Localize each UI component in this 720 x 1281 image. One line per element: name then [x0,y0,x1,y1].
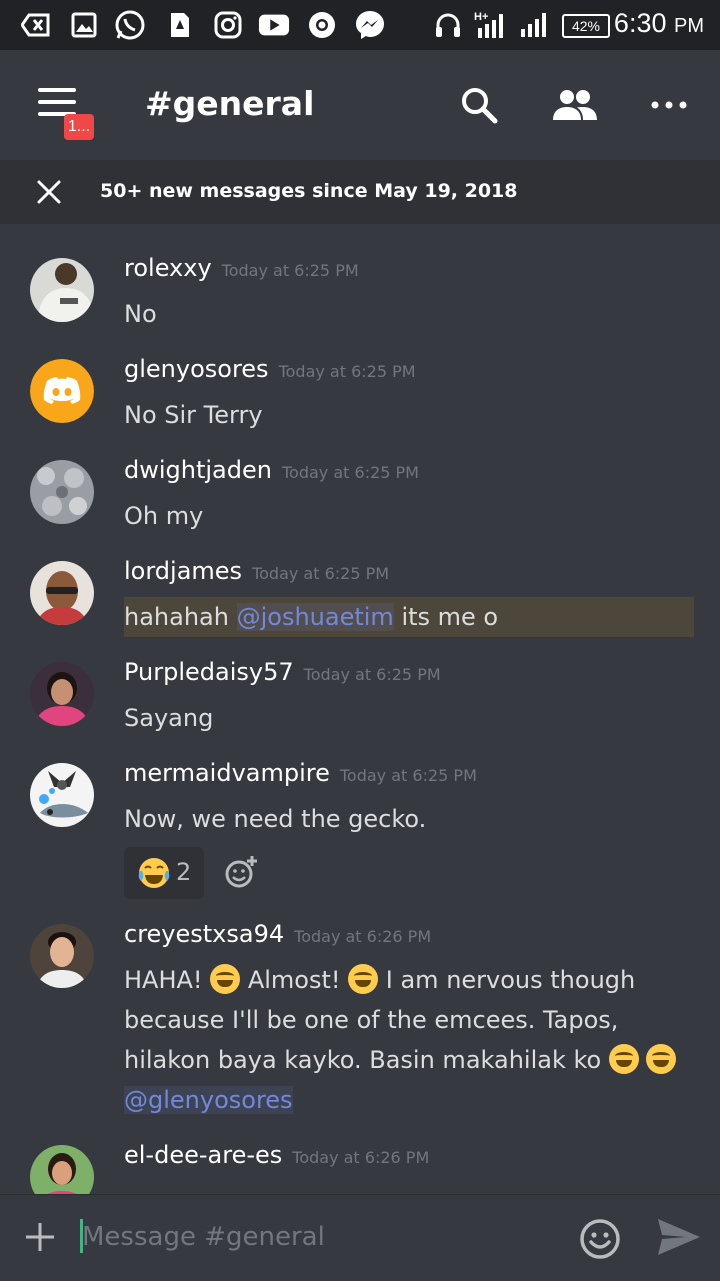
avatar[interactable] [30,763,94,827]
emoji-picker-button[interactable] [578,1217,622,1261]
avatar[interactable] [30,561,94,625]
status-bar: H+ 42% 6:30 PM [0,0,720,50]
message-username[interactable]: Purpledaisy57 Today at 6:25 PM [124,658,441,686]
username-text[interactable]: el-dee-are-es [124,1141,282,1169]
avatar[interactable] [30,924,94,988]
message-username[interactable]: glenyosores Today at 6:25 PM [124,355,416,383]
add-reaction-icon [225,856,257,888]
youtube-notification-icon [258,10,290,40]
gallery-notification-icon [68,10,100,40]
smiley-icon [580,1219,620,1259]
close-icon[interactable] [34,177,64,207]
svg-text:H+: H+ [474,11,488,23]
send-icon [658,1219,700,1255]
clock-time: 6:30 [613,8,667,38]
message-text: No [124,300,157,328]
message-username[interactable]: creyestxsa94 Today at 6:26 PM [124,920,431,948]
chrome-notification-icon [306,10,338,40]
message-timestamp: Today at 6:25 PM [221,261,359,280]
message-timestamp: Today at 6:25 PM [303,665,441,684]
message-list[interactable]: rolexxy Today at 6:25 PM No glenyosores To… [0,224,720,1194]
message-timestamp: Today at 6:25 PM [339,766,477,785]
more-options-button[interactable] [644,80,694,130]
grinning-emoji-icon [608,1044,639,1074]
message-text: Sayang [124,704,214,732]
message-text-part: Almost! [240,966,349,994]
grinning-emoji-icon [210,964,241,994]
channel-title: #general [145,84,315,123]
search-icon [462,88,498,124]
message-text-part: hahahah [124,603,237,631]
username-text[interactable]: glenyosores [124,355,269,383]
whatsapp-notification-icon [114,10,146,40]
clock-ampm: PM [674,15,704,37]
add-reaction-button[interactable] [224,855,258,889]
new-messages-banner[interactable]: 50+ new messages since May 19, 2018 [0,160,720,224]
plus-icon [26,1223,54,1251]
message-text: No Sir Terry [124,401,263,429]
reaction-count: 2 [176,858,192,886]
back-arrow-notification-icon [20,10,52,40]
messenger-notification-icon [354,10,386,40]
username-text[interactable]: lordjames [124,557,242,585]
username-text[interactable]: creyestxsa94 [124,920,284,948]
message-input[interactable] [82,1217,552,1257]
unread-badge: 1... [64,114,94,140]
members-button[interactable] [550,80,600,130]
more-icon [651,101,687,109]
message-text: HAHA! Almost! I am nervous though becaus… [124,960,694,1120]
search-button[interactable] [454,80,504,130]
username-text[interactable]: rolexxy [124,254,212,282]
username-text[interactable]: Purpledaisy57 [124,658,294,686]
message-timestamp: Today at 6:25 PM [278,362,416,381]
message-timestamp: Today at 6:26 PM [294,927,432,946]
message-username[interactable]: rolexxy Today at 6:25 PM [124,254,359,282]
drive-notification-icon [164,10,196,40]
message-username[interactable]: mermaidvampire Today at 6:25 PM [124,759,477,787]
username-text[interactable]: dwightjaden [124,456,272,484]
signal-strength-icon [518,10,550,40]
message-text: hahahah @joshuaetim its me o [124,597,694,637]
avatar[interactable] [30,258,94,322]
message-timestamp: Today at 6:25 PM [281,463,419,482]
discord-logo-icon [30,359,94,423]
grinning-emoji-icon [348,964,379,994]
user-mention[interactable]: @glenyosores [124,1086,293,1114]
user-mention[interactable]: @joshuaetim [236,603,394,631]
message-username[interactable]: dwightjaden Today at 6:25 PM [124,456,419,484]
username-text[interactable]: mermaidvampire [124,759,330,787]
clock: 6:30 PM [614,8,704,39]
battery-indicator: 42% [562,14,610,38]
grinning-emoji-icon [646,1044,677,1074]
mobile-data-signal-icon: H+ [474,10,510,40]
channel-header: 1... #general [0,50,720,160]
avatar[interactable] [30,662,94,726]
message-text: Now, we need the gecko. [124,805,427,833]
message-username[interactable]: el-dee-are-es Today at 6:26 PM [124,1141,429,1169]
message-timestamp: Today at 6:26 PM [292,1148,430,1167]
tears-of-joy-emoji-icon [138,858,170,888]
avatar[interactable] [30,359,94,423]
instagram-notification-icon [212,10,244,40]
avatar[interactable] [30,1145,94,1194]
new-messages-text: 50+ new messages since May 19, 2018 [100,180,518,202]
headphones-icon [432,10,464,40]
avatar[interactable] [30,460,94,524]
message-timestamp: Today at 6:25 PM [252,564,390,583]
message-text-part: HAHA! [124,966,211,994]
message-username[interactable]: lordjames Today at 6:25 PM [124,557,389,585]
attach-button[interactable] [24,1221,56,1253]
send-button[interactable] [656,1217,702,1257]
reaction-button[interactable]: 2 [124,847,204,899]
message-text: Oh my [124,502,204,530]
message-composer [0,1194,720,1281]
message-text-part: its me o [393,603,499,631]
members-icon [553,90,597,120]
